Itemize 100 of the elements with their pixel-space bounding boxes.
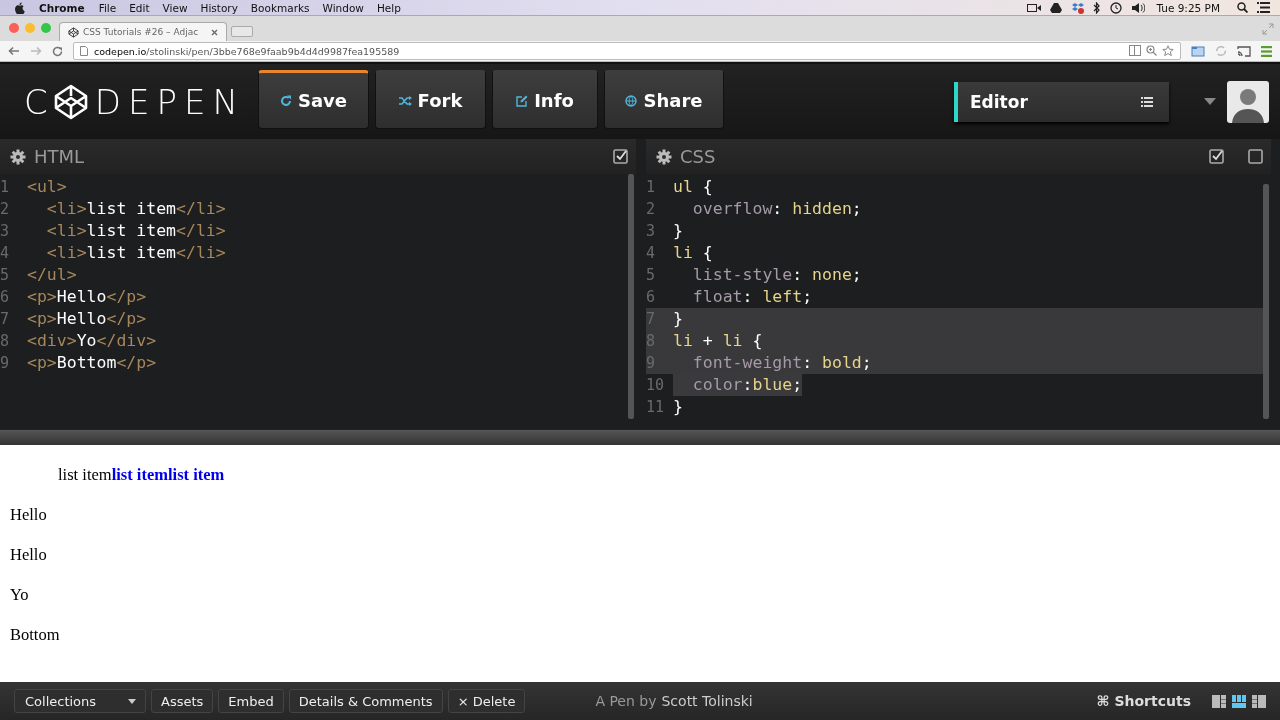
menu-item[interactable]: Edit	[129, 1, 150, 14]
code-line: font-weight: bold;	[691, 352, 872, 374]
folder-icon[interactable]	[1191, 45, 1205, 57]
bluetooth-icon[interactable]	[1093, 1, 1102, 14]
editor-title: CSS	[680, 146, 716, 167]
logo-text: C	[24, 84, 55, 119]
line-number: 3	[646, 221, 657, 242]
code-line: <ul>	[27, 176, 67, 198]
info-button[interactable]: Info	[492, 70, 598, 129]
footer-button[interactable]: Assets	[151, 689, 214, 713]
back-icon[interactable]	[8, 46, 20, 56]
paragraph: Bottom	[10, 625, 61, 645]
line-number: 1	[646, 177, 657, 198]
settings-icon[interactable]	[656, 148, 672, 165]
list-icon	[1141, 96, 1153, 107]
fork-button[interactable]: Fork	[375, 70, 486, 129]
code-line: <li>list item</li>	[45, 198, 226, 220]
zoom-icon[interactable]	[1146, 45, 1157, 56]
line-number: 7	[0, 309, 11, 330]
code-line: <li>list item</li>	[45, 220, 226, 242]
footer-button[interactable]: Embed	[218, 689, 284, 713]
code-line: <p>Bottom</p>	[27, 352, 157, 374]
address-field[interactable]: codepen.io/stolinski/pen/3bbe768e9faab9b4d4d9987fea195589	[73, 42, 1181, 60]
line-number: 3	[0, 221, 11, 242]
line-number: 6	[646, 287, 657, 308]
menu-item[interactable]: Bookmarks	[250, 1, 310, 14]
code-line: <p>Hello</p>	[27, 286, 147, 308]
editor-view-dropdown[interactable]: Editor	[954, 81, 1169, 122]
cast-icon[interactable]	[1237, 45, 1251, 57]
line-number: 6	[0, 287, 11, 308]
code-line: float: left;	[691, 286, 813, 308]
line-number: 11	[646, 397, 666, 418]
menu-app-name[interactable]: Chrome	[39, 1, 85, 14]
paragraph: Yo	[10, 585, 30, 605]
footer-button[interactable]: Details & Comments	[288, 689, 443, 713]
line-number: 2	[0, 199, 11, 220]
code-line: list-style: none;	[691, 264, 862, 286]
cube-icon	[52, 83, 89, 120]
code-line: <li>list item</li>	[45, 242, 226, 264]
caret-icon	[128, 698, 136, 704]
shortcuts-link[interactable]: ⌘ Shortcuts	[1096, 693, 1191, 709]
code-line: }	[673, 396, 683, 418]
share-button[interactable]: Share	[604, 70, 724, 129]
code-line: li {	[673, 242, 713, 264]
star-icon[interactable]	[1162, 45, 1174, 57]
clock-icon[interactable]	[1110, 1, 1123, 14]
search-icon[interactable]	[1237, 2, 1248, 13]
author-link[interactable]: Scott Tolinski	[661, 693, 753, 709]
cube-icon	[68, 26, 79, 38]
code-line: }	[673, 220, 683, 242]
menu-item[interactable]: Help	[376, 1, 401, 14]
layout-icon[interactable]	[1252, 694, 1266, 708]
apple-icon[interactable]	[14, 1, 25, 14]
list-icon[interactable]	[1257, 2, 1270, 13]
credit-text: A Pen by	[595, 693, 657, 709]
menu-clock[interactable]: Tue 9:25 PM	[1156, 1, 1220, 14]
scrollbar[interactable]	[1263, 184, 1269, 419]
settings-icon[interactable]	[10, 148, 26, 165]
line-number: 8	[0, 331, 11, 352]
edit-icon	[516, 94, 529, 107]
paragraph: Hello	[10, 505, 48, 525]
menu-item[interactable]: Window	[322, 1, 364, 14]
shuffle-icon	[398, 95, 412, 106]
line-number: 4	[646, 243, 657, 264]
list-item-text: list item	[58, 465, 112, 485]
globe-icon	[625, 94, 638, 107]
line-number: 4	[0, 243, 11, 264]
avatar[interactable]	[1227, 80, 1269, 123]
line-number: 10	[646, 375, 666, 396]
list-item-text: list item	[168, 465, 225, 485]
delete-button[interactable]: × Delete	[447, 689, 526, 713]
code-line: overflow: hidden;	[691, 198, 862, 220]
code-line: <p>Hello</p>	[27, 308, 147, 330]
speaker-icon[interactable]	[1131, 1, 1146, 14]
caret-icon[interactable]	[1204, 98, 1216, 105]
checkbox[interactable]	[1248, 149, 1263, 164]
menu-item[interactable]: View	[162, 1, 188, 14]
line-number: 9	[0, 353, 11, 374]
code-line: }	[673, 308, 683, 330]
scrollbar[interactable]	[628, 174, 634, 419]
close-icon[interactable]	[211, 28, 218, 36]
browser-tab[interactable]: CSS Tutorials #26 – Adjac	[59, 22, 227, 41]
menu-item[interactable]: File	[98, 1, 117, 14]
layout-icon[interactable]	[1232, 694, 1246, 708]
line-number: 1	[0, 177, 11, 198]
menu-icon[interactable]	[1261, 45, 1272, 57]
code-line: ul {	[673, 176, 713, 198]
page-icon	[80, 46, 88, 56]
resize-handle[interactable]	[0, 429, 1280, 445]
paragraph: Hello	[10, 545, 48, 565]
refresh-icon	[279, 94, 292, 107]
camera-icon[interactable]	[1027, 2, 1042, 13]
reader-icon[interactable]	[1129, 45, 1141, 56]
save-button[interactable]: Save	[258, 70, 369, 129]
reload-icon[interactable]	[52, 45, 63, 57]
collections-dropdown[interactable]: Collections	[14, 689, 146, 713]
layout-icon[interactable]	[1212, 694, 1226, 708]
checked-checkbox[interactable]	[1209, 149, 1224, 164]
checked-checkbox[interactable]	[613, 149, 628, 164]
menu-item[interactable]: History	[200, 1, 238, 14]
